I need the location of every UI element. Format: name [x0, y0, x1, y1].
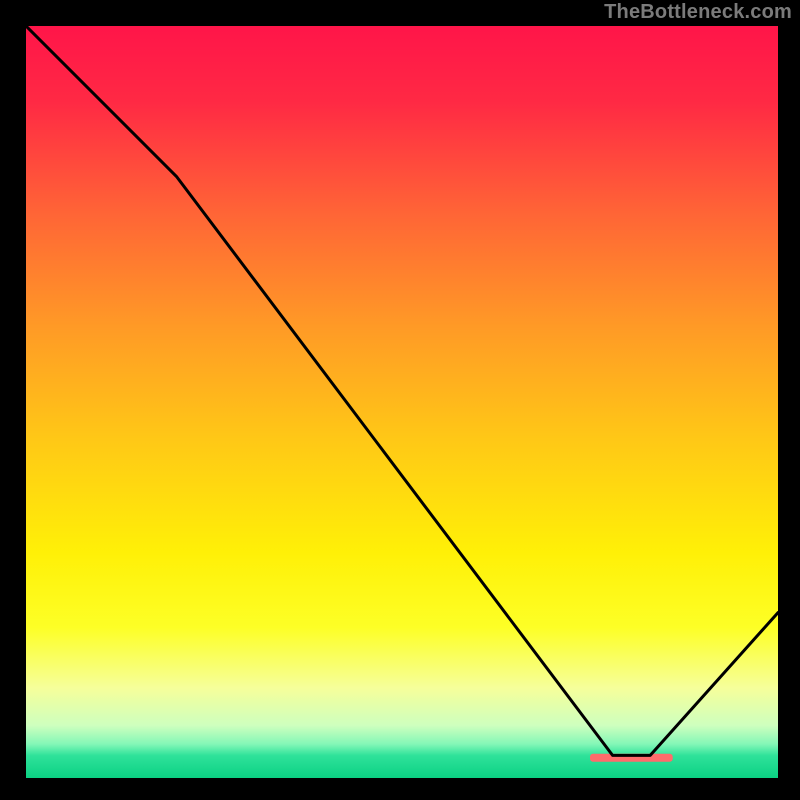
- bottleneck-chart: [26, 26, 778, 778]
- attribution-text: TheBottleneck.com: [604, 1, 792, 24]
- chart-container: TheBottleneck.com: [0, 0, 800, 800]
